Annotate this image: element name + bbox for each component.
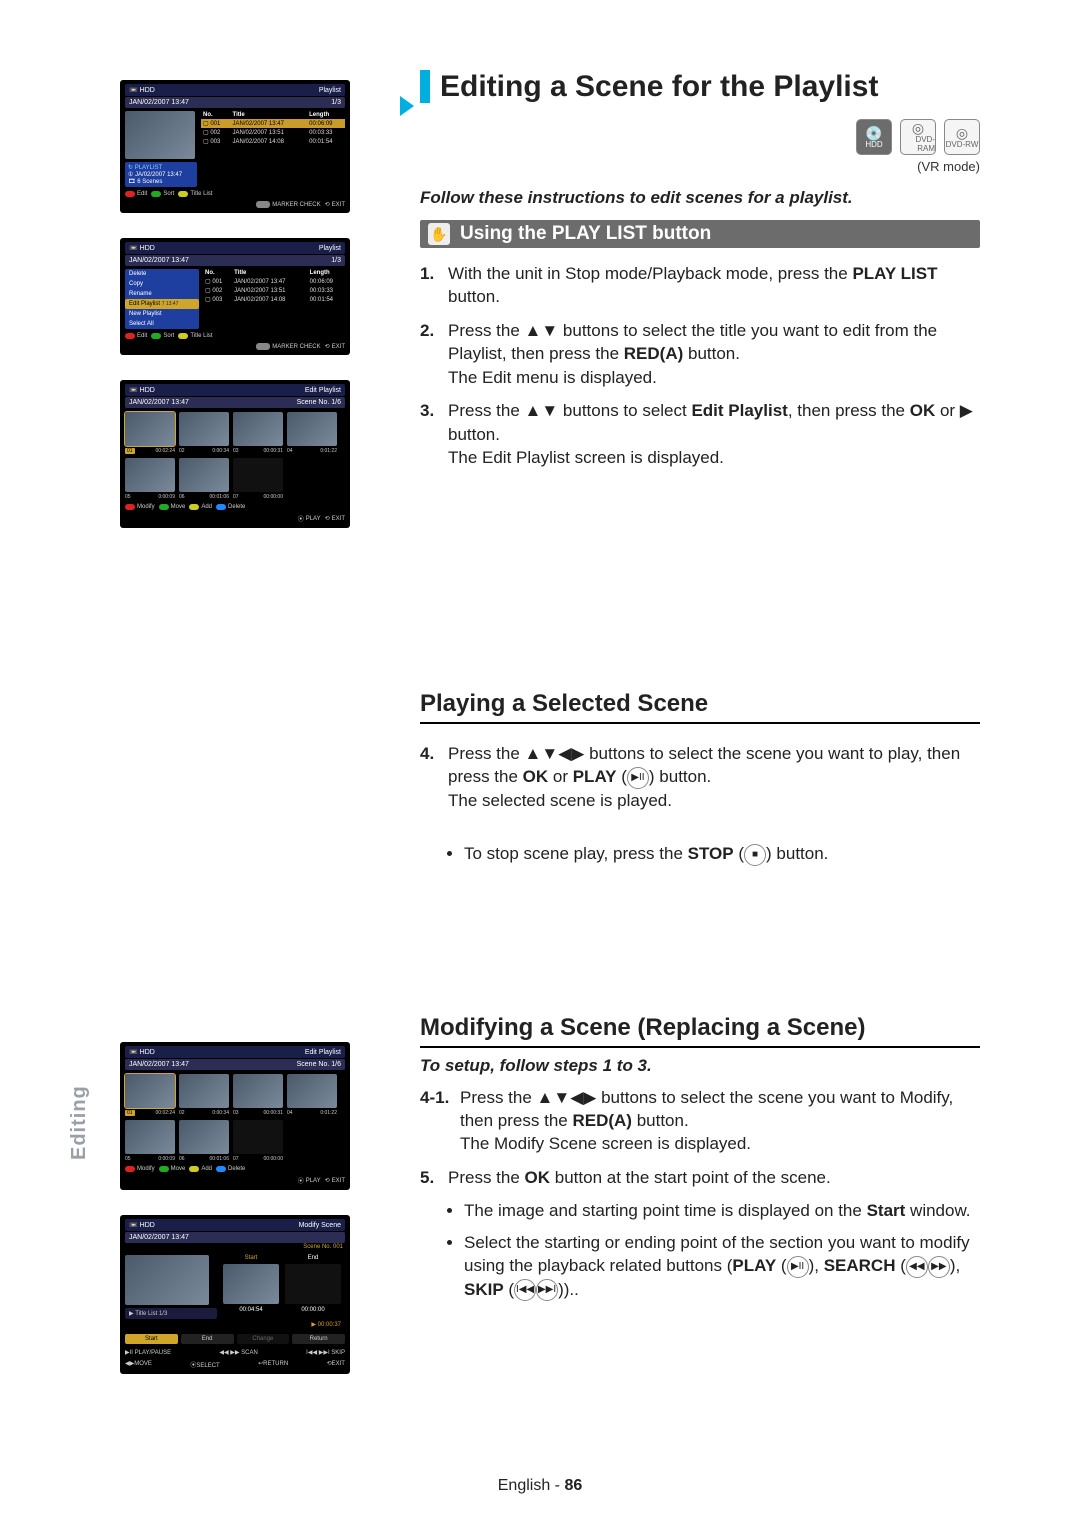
side-tab-editing: Editing xyxy=(68,1085,91,1160)
mode-icon-dvdrw: ◎DVD-RW xyxy=(944,119,980,155)
bullets-playing: To stop scene play, press the STOP (■) b… xyxy=(464,842,980,866)
mode-note: (VR mode) xyxy=(917,159,980,174)
osd-count: 1/3 xyxy=(331,99,341,106)
osd-editplaylist-grid2: 📼 HDD Edit Playlist JAN/02/2007 13:47 Sc… xyxy=(120,1042,350,1190)
section-title-playing: Playing a Selected Scene xyxy=(420,690,980,724)
arrow-callout-icon xyxy=(400,96,414,116)
left-column: 📼 HDD Playlist JAN/02/2007 13:47 1/3 ↻ P… xyxy=(120,80,360,553)
mode-icon-hdd: 💿HDD xyxy=(856,119,892,155)
right-column: Editing a Scene for the Playlist 💿HDD ◎D… xyxy=(420,70,980,1309)
mode-icon-dvdram: ◎DVD-RAM xyxy=(900,119,936,155)
skip-rev-icon: I◀◀ xyxy=(514,1279,536,1301)
skip-fwd-icon: ▶▶I xyxy=(536,1279,558,1301)
follow-instruction: Follow these instructions to edit scenes… xyxy=(420,188,980,208)
osd-playlist-label: Playlist xyxy=(319,87,341,94)
osd-edit-menu: Delete Copy Rename Edit Playlist 7 13:47… xyxy=(125,269,199,329)
mode-row: 💿HDD ◎DVD-RAM ◎DVD-RW (VR mode) xyxy=(420,119,980,174)
page-title: Editing a Scene for the Playlist xyxy=(420,70,980,103)
bullets-modifying: The image and starting point time is dis… xyxy=(464,1199,980,1301)
step-4: 4. Press the ▲▼◀▶ buttons to select the … xyxy=(420,742,980,812)
osd-datetime: JAN/02/2007 13:47 xyxy=(129,99,189,106)
page-footer: English - 86 xyxy=(0,1477,1080,1495)
stop-icon: ■ xyxy=(744,844,766,866)
osd-title-table: No.TitleLength ▢ 001JAN/02/2007 13:4700:… xyxy=(201,111,345,146)
left-column-lower: 📼 HDD Edit Playlist JAN/02/2007 13:47 Sc… xyxy=(120,1042,360,1399)
play-icon: ▶II xyxy=(627,767,649,789)
osd-editplaylist-grid: 📼 HDD Edit Playlist JAN/02/2007 13:47 Sc… xyxy=(120,380,350,528)
hand-icon: ✋ xyxy=(428,223,450,245)
play-icon: ▶II xyxy=(787,1256,809,1278)
osd-modify-scene: 📼 HDD Modify Scene JAN/02/2007 13:47 Sce… xyxy=(120,1215,350,1374)
page-root: Editing 📼 HDD Playlist JAN/02/2007 13:47… xyxy=(0,0,1080,1523)
section-title-modifying: Modifying a Scene (Replacing a Scene) xyxy=(420,1014,980,1048)
setup-note: To setup, follow steps 1 to 3. xyxy=(420,1056,980,1076)
osd-thumb-main xyxy=(125,111,195,159)
search-rev-icon: ◀◀ xyxy=(906,1256,928,1278)
osd-hdd: 📼 HDD xyxy=(129,86,155,94)
osd-playlist: 📼 HDD Playlist JAN/02/2007 13:47 1/3 ↻ P… xyxy=(120,80,350,213)
osd-editmenu: 📼 HDD Playlist JAN/02/2007 13:47 1/3 Del… xyxy=(120,238,350,355)
search-fwd-icon: ▶▶ xyxy=(928,1256,950,1278)
steps-1-3: 1. With the unit in Stop mode/Playback m… xyxy=(420,262,980,470)
section-banner-playlist: ✋ Using the PLAY LIST button xyxy=(420,220,980,248)
steps-4-1-5: 4-1. Press the ▲▼◀▶ buttons to select th… xyxy=(420,1086,980,1190)
